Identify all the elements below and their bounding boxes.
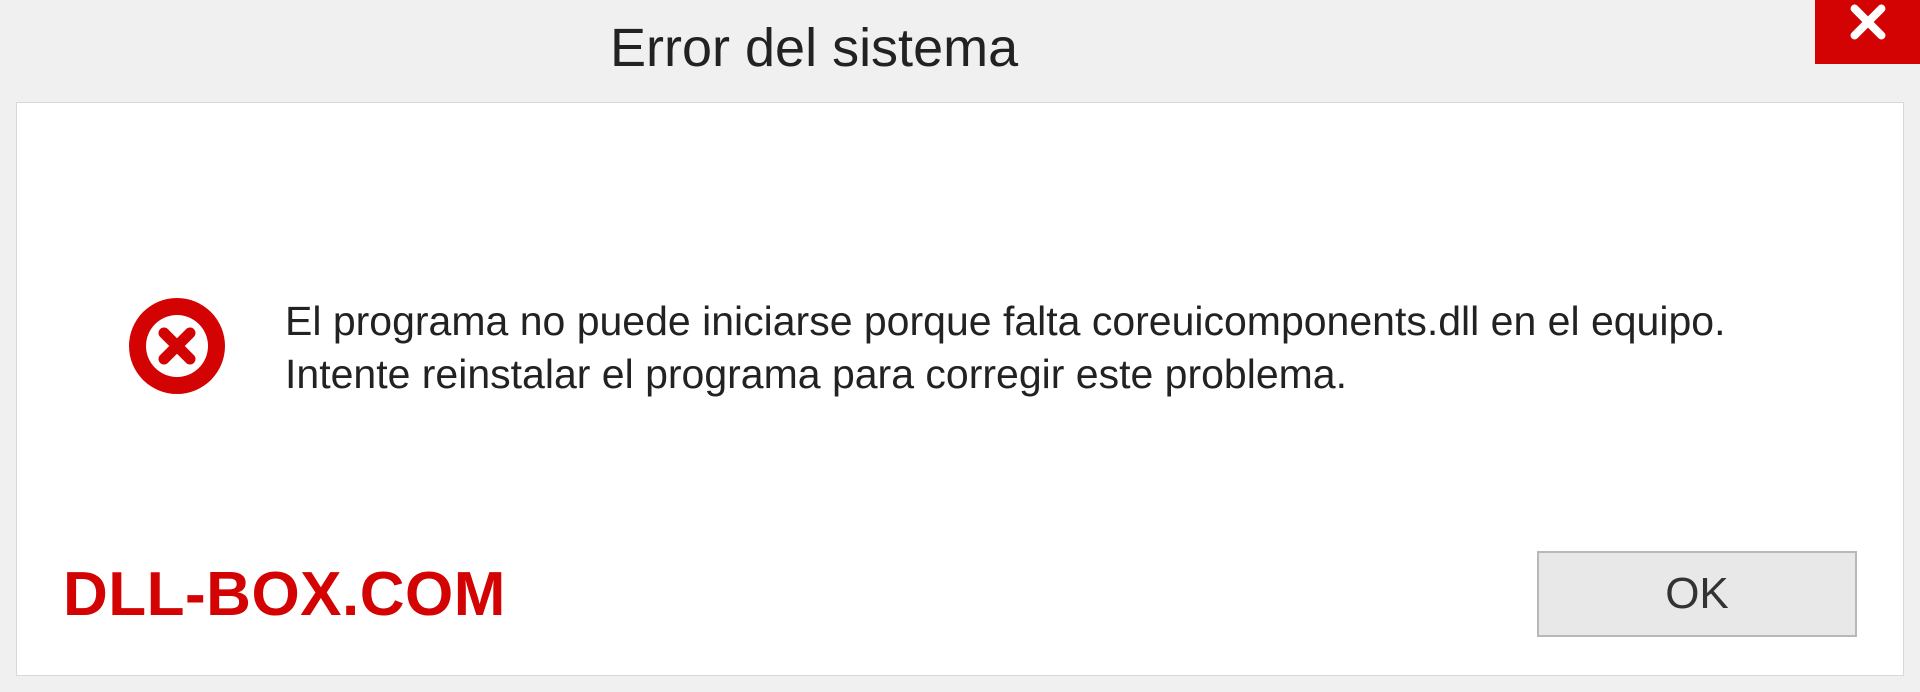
content-panel: El programa no puede iniciarse porque fa… bbox=[16, 102, 1904, 676]
error-message: El programa no puede iniciarse porque fa… bbox=[285, 295, 1765, 402]
footer-row: DLL-BOX.COM OK bbox=[17, 545, 1903, 675]
message-row: El programa no puede iniciarse porque fa… bbox=[17, 103, 1903, 545]
close-icon bbox=[1845, 0, 1891, 50]
error-dialog: Error del sistema El programa no puede i… bbox=[0, 0, 1920, 692]
ok-button[interactable]: OK bbox=[1537, 551, 1857, 637]
close-button[interactable] bbox=[1815, 0, 1920, 64]
error-icon bbox=[127, 296, 227, 401]
titlebar: Error del sistema bbox=[0, 0, 1920, 96]
watermark-text: DLL-BOX.COM bbox=[63, 559, 506, 630]
ok-button-label: OK bbox=[1665, 569, 1729, 619]
dialog-title: Error del sistema bbox=[0, 17, 1018, 79]
